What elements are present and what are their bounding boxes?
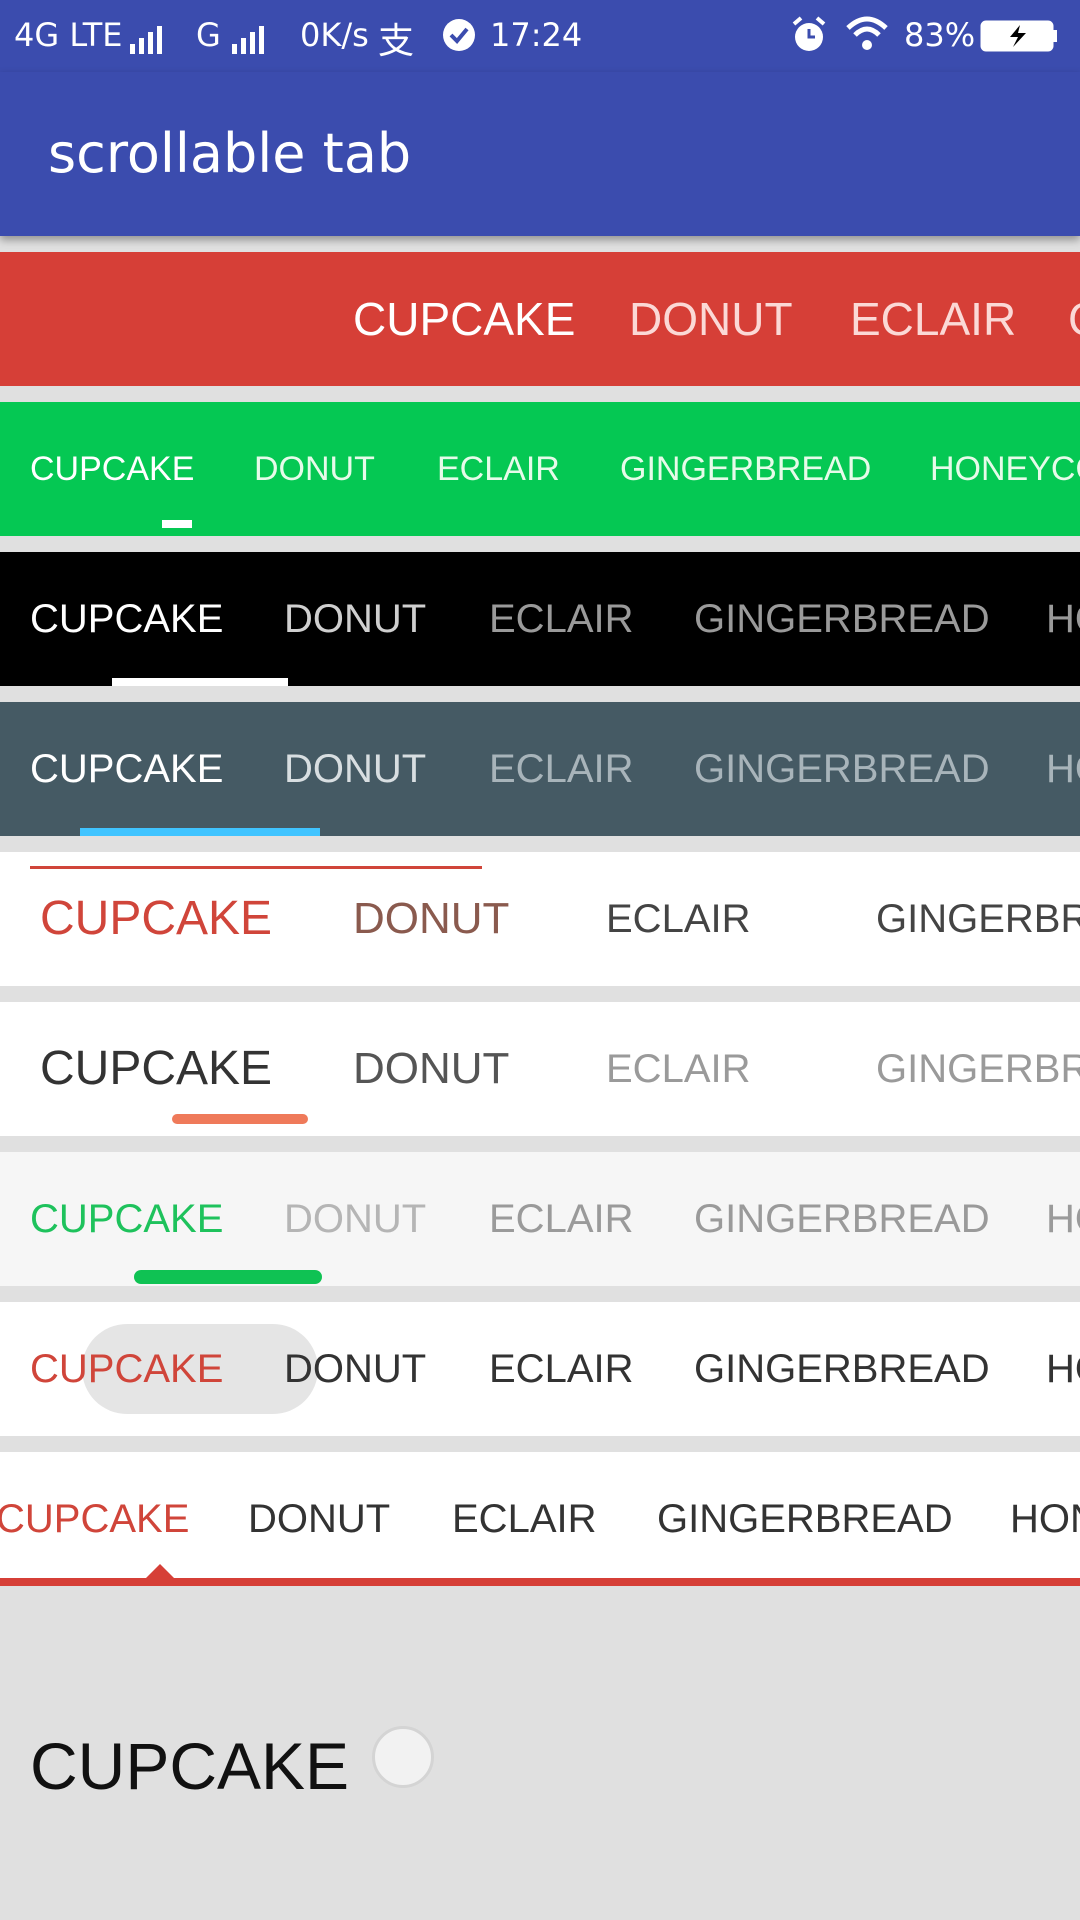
battery-percent: 83% [904,16,976,54]
tab-indicator [112,678,288,686]
tab-eclair[interactable]: ECLAIR [437,402,560,536]
tab-cupcake[interactable]: CUPCAKE [353,252,575,386]
tab-cupcake[interactable]: CUPCAKE [30,1152,223,1286]
tab-bar-pill-highlight: CUPCAKE DONUT ECLAIR GINGERBREAD HONEYCO… [0,1302,1080,1436]
tab-bar-green-pill: CUPCAKE DONUT ECLAIR GINGERBREAD HONEYCO… [0,1152,1080,1286]
tab-cupcake[interactable]: CUPCAKE [30,552,223,686]
tab-gingerbread[interactable]: GINGERBREAD [876,1002,1080,1136]
tab-gingerbread[interactable]: GINGERBREAD [657,1452,953,1586]
app-bar: scrollable tab [0,72,1080,236]
tab-donut[interactable]: DONUT [284,1302,426,1436]
tab-gingerbread[interactable]: GINGERBREAD [694,1152,990,1286]
tab-eclair[interactable]: ECLAIR [489,1152,634,1286]
network-type: 4G LTE [14,16,123,54]
tab-indicator [172,1114,308,1124]
tab-indicator [80,828,320,836]
signal-icon [124,16,168,54]
tab-gingerbread[interactable]: GINGERBREAD [876,852,1080,986]
tab-honeycomb[interactable]: HONEYCOMB [930,402,1080,536]
tab-gingerbread[interactable]: GINGERBREAD [694,702,990,836]
page-title: scrollable tab [48,122,412,185]
tab-cupcake[interactable]: CUPCAKE [30,702,223,836]
tab-donut[interactable]: DONUT [248,1452,390,1586]
tab-underline [0,1578,1080,1586]
tab-indicator [162,520,192,528]
tab-bar-slate: CUPCAKE DONUT ECLAIR GINGERBREAD HONEYCO… [0,702,1080,836]
signal-icon-2 [226,16,270,54]
tab-donut[interactable]: DONUT [629,252,793,386]
tab-eclair[interactable]: ECLAIR [452,1452,597,1586]
network-type-2: G [196,16,221,54]
tab-bar-red: CUPCAKE DONUT ECLAIR GINGERBREAD [0,252,1080,386]
tab-bar-white-topline: CUPCAKE DONUT ECLAIR GINGERBREAD [0,852,1080,986]
tab-eclair[interactable]: ECLAIR [606,1002,751,1136]
check-circle-icon [442,18,476,60]
tab-cupcake[interactable]: CUPCAKE [40,852,272,986]
tab-eclair[interactable]: ECLAIR [606,852,751,986]
tab-gingerbread[interactable]: GINGERBREAD [694,1302,990,1436]
tab-eclair[interactable]: ECLAIR [489,552,634,686]
tab-cupcake[interactable]: CUPCAKE [30,402,194,536]
tab-honeycomb[interactable]: HONEYCOMB [1010,1452,1080,1586]
tab-honeycomb[interactable]: HONEYCOMB [1046,702,1080,836]
wifi-icon [846,16,888,60]
battery-icon [980,20,1058,60]
tab-donut[interactable]: DONUT [284,552,426,686]
tab-bar-white-brush: CUPCAKE DONUT ECLAIR GINGERBREAD [0,1002,1080,1136]
tab-eclair[interactable]: ECLAIR [489,702,634,836]
tab-honeycomb[interactable]: HONEYCOMB [1046,552,1080,686]
tab-bar-green: CUPCAKE DONUT ECLAIR GINGERBREAD HONEYCO… [0,402,1080,536]
alipay-icon: 支 [378,21,415,62]
tab-honeycomb[interactable]: HONEYCOMB [1046,1302,1080,1436]
net-speed: 0K/s [300,16,369,54]
tab-indicator-triangle [146,1564,174,1578]
tab-gingerbread[interactable]: GINGERBREAD [1068,252,1080,386]
tab-eclair[interactable]: ECLAIR [850,252,1016,386]
tab-indicator [134,1270,322,1284]
tab-donut[interactable]: DONUT [284,1152,426,1286]
content-label: CUPCAKE [30,1729,350,1803]
tab-donut[interactable]: DONUT [353,1002,509,1136]
radio-button[interactable] [372,1726,434,1788]
status-bar: 4G LTE G 0K/s 支 17:24 83% [0,0,1080,72]
tab-gingerbread[interactable]: GINGERBREAD [620,402,871,536]
tab-bar-black: CUPCAKE DONUT ECLAIR GINGERBREAD HONEYCO… [0,552,1080,686]
tab-cupcake[interactable]: CUPCAKE [30,1302,223,1436]
tab-honeycomb[interactable]: HONEYCOMB [1046,1152,1080,1286]
tab-eclair[interactable]: ECLAIR [489,1302,634,1436]
tab-bar-triangle: CUPCAKE DONUT ECLAIR GINGERBREAD HONEYCO… [0,1452,1080,1586]
tab-gingerbread[interactable]: GINGERBREAD [694,552,990,686]
tab-donut[interactable]: DONUT [353,852,509,986]
clock: 17:24 [490,16,583,54]
tab-donut[interactable]: DONUT [284,702,426,836]
alarm-icon [790,16,828,62]
tab-donut[interactable]: DONUT [254,402,375,536]
